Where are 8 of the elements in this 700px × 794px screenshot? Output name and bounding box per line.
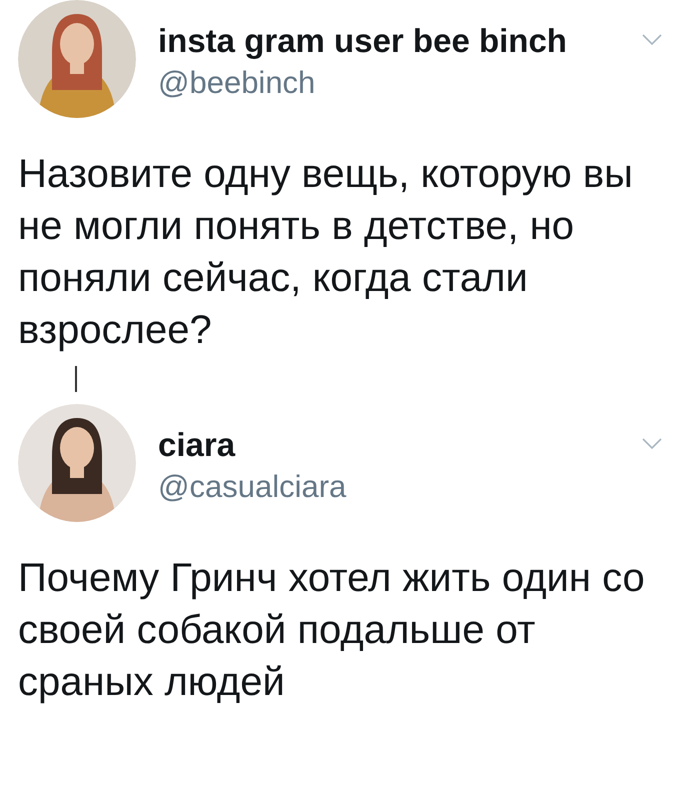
user-handle: @casualciara: [158, 468, 348, 506]
tweet-text: Почему Гринч хотел жить один со своей собакой подальше от сраных людей: [18, 555, 646, 706]
chevron-icon[interactable]: [642, 34, 662, 46]
chevron-icon[interactable]: [642, 438, 662, 450]
tweet-text: Назовите одну вещь, которую вы не могли понять в детстве, но поняли сейчас, когда стали взрослее?: [18, 151, 634, 354]
user-name: insta gram user bee binch: [158, 22, 568, 60]
user-name: ciara: [158, 426, 236, 464]
user-handle: @beebinch: [158, 64, 316, 102]
